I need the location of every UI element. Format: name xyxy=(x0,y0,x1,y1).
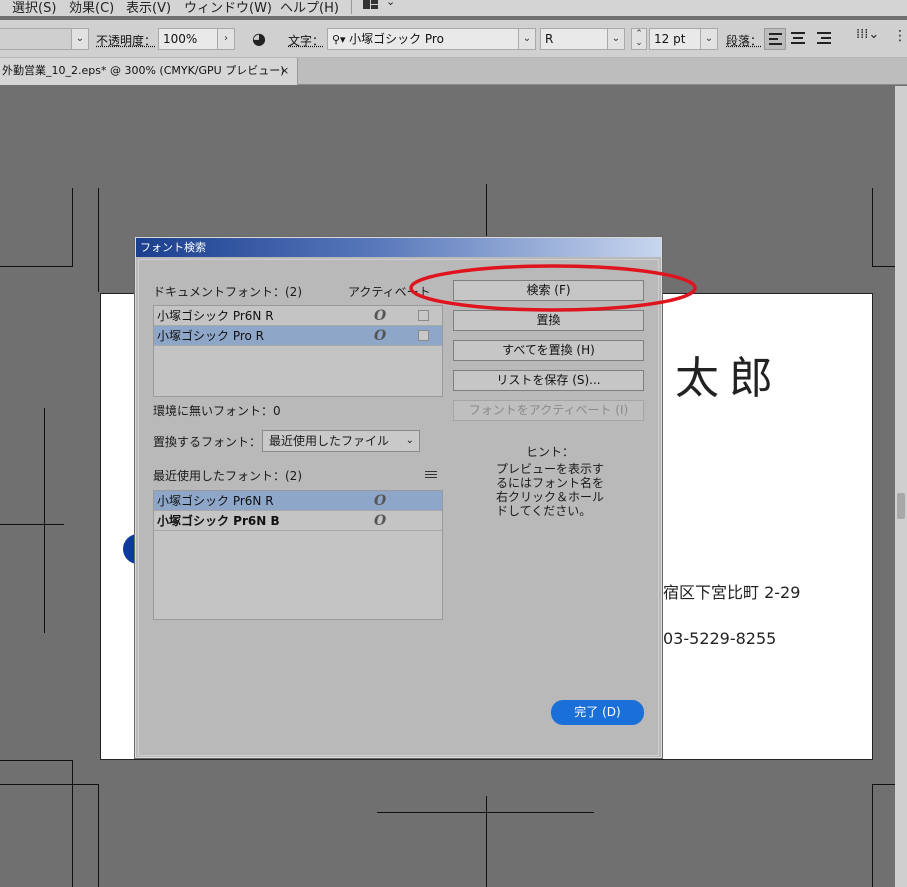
opacity-arrow-button[interactable]: › xyxy=(217,28,235,50)
artboard-phone-text[interactable]: 03-5229-8255 xyxy=(663,629,776,648)
align-center-icon[interactable] xyxy=(791,32,805,44)
control-bar: ⌄ 不透明度： 100% › ◕ 文字： ⚲▾ 小塚ゴシック Pro ⌄ R ⌄… xyxy=(0,20,907,58)
dialog-title[interactable]: フォント検索 xyxy=(136,238,661,257)
menu-view[interactable]: 表示(V) xyxy=(126,0,171,16)
done-button[interactable]: 完了 (D) xyxy=(551,700,644,725)
replace-with-label: 置換するフォント： xyxy=(153,435,262,449)
align-left-button[interactable] xyxy=(764,28,786,50)
document-fonts-label: ドキュメントフォント：(2) xyxy=(153,285,302,299)
close-tab-icon[interactable]: × xyxy=(280,58,289,84)
document-tab-bar: 外勤営業_10_2.eps* @ 300% (CMYK/GPU プレビュー) × xyxy=(0,58,907,85)
align-right-icon[interactable] xyxy=(817,32,831,44)
recent-fonts-label: 最近使用したフォント：(2) xyxy=(153,469,302,483)
save-list-button[interactable]: リストを保存 (S)... xyxy=(453,370,644,391)
font-type-icon: O xyxy=(374,513,387,529)
opacity-input[interactable]: 100% xyxy=(158,28,218,50)
stroke-dropdown-button[interactable]: ⌄ xyxy=(71,28,89,50)
replace-button[interactable]: 置換 xyxy=(453,310,644,331)
font-family-dropdown-button[interactable]: ⌄ xyxy=(518,28,536,50)
workspace-grid-icon[interactable] xyxy=(363,0,379,10)
replace-with-value: 最近使用したファイル xyxy=(269,434,390,448)
font-type-icon: O xyxy=(374,328,387,344)
font-size-dropdown-button[interactable]: ⌄ xyxy=(700,28,718,50)
workspace-chevron-icon[interactable]: ⌄ xyxy=(386,0,395,8)
replace-with-select[interactable]: 最近使用したファイル ⌄ xyxy=(262,430,420,452)
menu-separator xyxy=(351,0,352,14)
more-icon[interactable]: ⋮ xyxy=(893,28,907,44)
stroke-field[interactable] xyxy=(0,28,72,50)
menu-bar: 選択(S) 効果(C) 表示(V) ウィンドウ(W) ヘルプ(H) ⌄ xyxy=(0,0,907,16)
activate-fonts-button[interactable]: フォントをアクティベート (I) xyxy=(453,400,644,421)
document-tab[interactable]: 外勤営業_10_2.eps* @ 300% (CMYK/GPU プレビュー) × xyxy=(0,58,298,85)
activate-column-label: アクティベート xyxy=(348,285,431,299)
list-menu-icon[interactable] xyxy=(425,470,437,480)
missing-fonts-label: 環境に無いフォント：0 xyxy=(153,404,281,418)
document-tab-title: 外勤営業_10_2.eps* @ 300% (CMYK/GPU プレビュー) xyxy=(2,64,285,77)
chevron-down-icon: ⌄ xyxy=(405,435,414,446)
vertical-scrollbar[interactable] xyxy=(895,86,907,887)
grid-options-icon[interactable]: ⁞⁞⁞⌄ xyxy=(856,27,879,42)
font-style-dropdown-button[interactable]: ⌄ xyxy=(607,28,625,50)
menu-select[interactable]: 選択(S) xyxy=(12,0,56,16)
document-font-name-0: 小塚ゴシック Pr6N R xyxy=(157,309,274,323)
replace-all-button[interactable]: すべてを置換 (H) xyxy=(453,340,644,361)
document-font-name-1: 小塚ゴシック Pro R xyxy=(157,329,265,343)
menu-window[interactable]: ウィンドウ(W) xyxy=(184,0,272,16)
activate-checkbox-0[interactable] xyxy=(418,310,429,321)
find-button[interactable]: 検索 (F) xyxy=(453,280,644,301)
opacity-label: 不透明度： xyxy=(96,34,157,48)
font-size-input[interactable]: 12 pt xyxy=(649,28,701,50)
document-font-row-0[interactable]: 小塚ゴシック Pr6N R O xyxy=(154,306,442,326)
font-type-icon: O xyxy=(374,308,387,324)
recent-font-name-1: 小塚ゴシック Pr6N B xyxy=(157,514,280,528)
artboard-name-text[interactable]: 太郎 xyxy=(675,342,783,406)
hint-title: ヒント： xyxy=(526,445,575,459)
recent-fonts-list[interactable]: 小塚ゴシック Pr6N R O 小塚ゴシック Pr6N B O xyxy=(153,490,443,620)
document-font-row-1[interactable]: 小塚ゴシック Pro R O xyxy=(154,326,442,346)
font-type-icon: O xyxy=(374,493,387,509)
artboard-address-text[interactable]: 宿区下宮比町 2-29 xyxy=(663,579,800,603)
align-left-icon xyxy=(769,33,782,45)
font-family-value: 小塚ゴシック Pro xyxy=(349,32,444,46)
recolor-icon[interactable]: ◕ xyxy=(252,29,266,48)
activate-checkbox-1[interactable] xyxy=(418,330,429,341)
recent-font-name-0: 小塚ゴシック Pr6N R xyxy=(157,494,274,508)
font-size-stepper[interactable]: ⌃ ⌄ xyxy=(631,28,647,50)
recent-font-row-1[interactable]: 小塚ゴシック Pr6N B O xyxy=(154,511,442,531)
font-search-icon: ⚲▾ xyxy=(332,33,350,46)
font-style-input[interactable]: R xyxy=(540,28,608,50)
document-fonts-list[interactable]: 小塚ゴシック Pr6N R O 小塚ゴシック Pro R O xyxy=(153,305,443,397)
paragraph-label: 段落： xyxy=(726,34,763,48)
vertical-scrollbar-thumb[interactable] xyxy=(897,493,905,519)
menu-help[interactable]: ヘルプ(H) xyxy=(280,0,339,16)
font-family-input[interactable]: ⚲▾ 小塚ゴシック Pro xyxy=(327,28,519,50)
font-label: 文字： xyxy=(288,34,325,48)
menu-effect[interactable]: 効果(C) xyxy=(69,0,114,16)
hint-text: プレビューを表示するにはフォント名を右クリック＆ホールドしてください。 xyxy=(496,462,605,518)
recent-font-row-0[interactable]: 小塚ゴシック Pr6N R O xyxy=(154,491,442,511)
